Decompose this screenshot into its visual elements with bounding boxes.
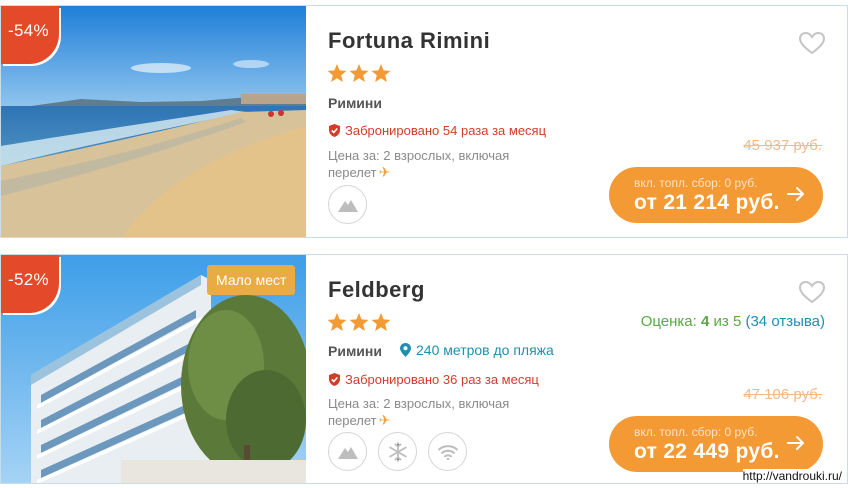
booking-count: Забронировано 54 раза за месяц [328, 123, 546, 138]
wifi-icon[interactable] [428, 432, 467, 471]
star-icon [327, 313, 347, 331]
book-button[interactable]: вкл. топл. сбор: 0 руб. от 22 449 руб. [609, 416, 823, 472]
amenities [328, 432, 467, 471]
beach-distance[interactable]: 240 метров до пляжа [400, 342, 554, 358]
star-icon [349, 64, 369, 82]
few-rooms-badge: Мало мест [207, 265, 296, 295]
price-for: Цена за: 2 взрослых, включая перелет ✈ [328, 395, 538, 429]
price-for-flight: перелет [328, 165, 377, 180]
favorite-heart-icon[interactable] [799, 32, 825, 54]
booking-count-text: Забронировано 54 раза за месяц [345, 123, 547, 138]
book-button[interactable]: вкл. топл. сбор: 0 руб. от 21 214 руб. [609, 167, 823, 223]
hotel-card[interactable]: -52% Мало мест Feldberg Римини 240 метро… [0, 254, 848, 484]
shield-check-icon [329, 124, 340, 137]
beach-distance-text: 240 метров до пляжа [416, 342, 554, 358]
star-rating [327, 313, 391, 332]
rating-label: Оценка: [640, 313, 697, 330]
reviews-link[interactable]: (34 отзыва) [745, 313, 825, 330]
booking-count-text: Забронировано 36 раз за месяц [345, 372, 539, 387]
mountain-icon[interactable] [328, 432, 367, 471]
rating-score: 4 [701, 313, 710, 330]
amenities [328, 185, 367, 224]
hotel-city: Римини [328, 95, 382, 111]
star-rating [327, 64, 391, 83]
plane-icon: ✈ [378, 412, 391, 428]
guest-rating[interactable]: Оценка: 4 из 5 (34 отзыва) [641, 313, 825, 330]
current-price: от 22 449 руб. [634, 440, 780, 463]
plane-icon: ✈ [378, 164, 391, 180]
current-price: от 21 214 руб. [634, 191, 780, 214]
price-for-line: Цена за: 2 взрослых, включая [328, 148, 510, 163]
hotel-name[interactable]: Fortuna Rimini [328, 28, 490, 54]
arrow-right-icon [787, 187, 804, 201]
old-price: 47 106 руб. [743, 386, 822, 403]
arrow-right-icon [787, 436, 804, 450]
watermark: http://vandrouki.ru/ [742, 469, 842, 483]
price-for-flight: перелет [328, 413, 377, 428]
mountain-icon[interactable] [328, 185, 367, 224]
booking-count: Забронировано 36 раз за месяц [328, 372, 539, 387]
star-icon [371, 313, 391, 331]
rating-scale: из 5 [713, 313, 742, 330]
hotel-info: Fortuna Rimini Римини Забронировано 54 р… [306, 6, 847, 237]
price-for: Цена за: 2 взрослых, включая перелет ✈ [328, 147, 538, 181]
hotel-name[interactable]: Feldberg [328, 277, 425, 303]
shield-check-icon [329, 373, 340, 386]
hotel-city: Римини [328, 343, 382, 359]
fuel-fee-note: вкл. топл. сбор: 0 руб. [634, 425, 758, 439]
hotel-info: Feldberg Римини 240 метров до пляжа Забр… [306, 255, 847, 483]
snowflake-icon[interactable] [378, 432, 417, 471]
star-icon [327, 64, 347, 82]
old-price: 45 937 руб. [743, 137, 822, 154]
star-icon [371, 64, 391, 82]
price-for-line: Цена за: 2 взрослых, включая [328, 396, 510, 411]
hotel-card[interactable]: -54% Fortuna Rimini Римини Забронировано… [0, 5, 848, 238]
favorite-heart-icon[interactable] [799, 281, 825, 303]
star-icon [349, 313, 369, 331]
location-pin-icon [400, 343, 411, 357]
fuel-fee-note: вкл. топл. сбор: 0 руб. [634, 176, 758, 190]
